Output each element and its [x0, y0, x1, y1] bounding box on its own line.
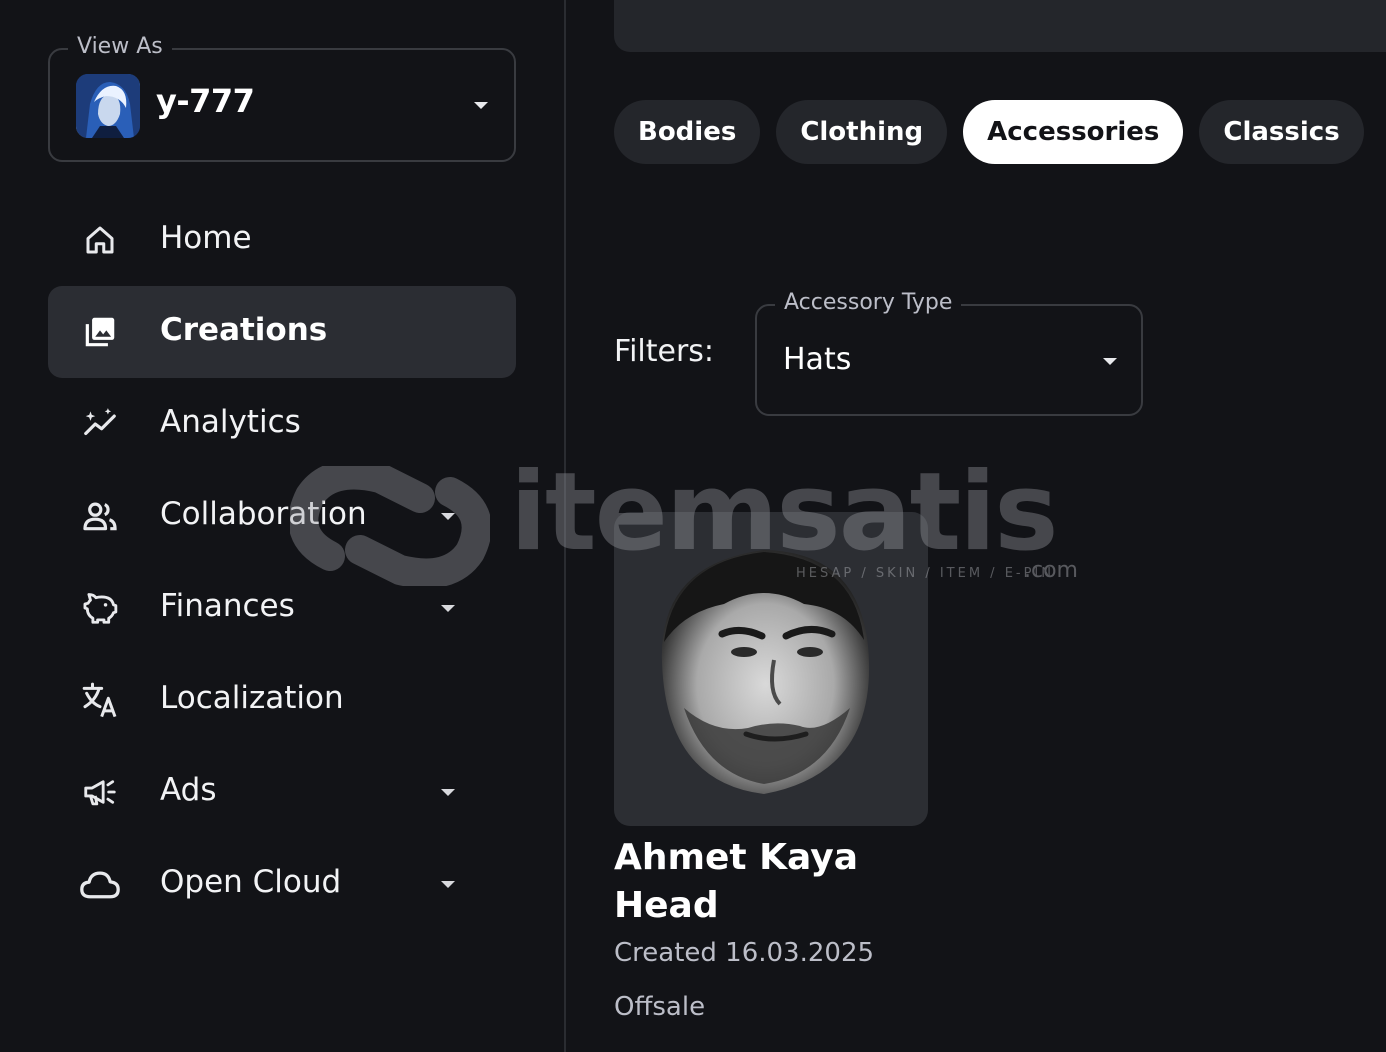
item-status: Offsale — [614, 992, 706, 1022]
sidebar-item-localization[interactable]: Localization — [48, 654, 516, 746]
sidebar-item-creations[interactable]: Creations — [48, 286, 516, 378]
tab-clothing[interactable]: Clothing — [776, 100, 948, 164]
item-created-date: Created 16.03.2025 — [614, 938, 875, 968]
view-as-select[interactable]: View As y-777 — [48, 34, 516, 162]
cloud-icon — [78, 864, 122, 904]
sidebar-divider — [564, 0, 566, 1052]
chevron-down-icon — [1103, 358, 1117, 365]
translate-icon — [78, 680, 122, 720]
sidebar-nav: Home Creations Analytics Collaboration F… — [48, 194, 516, 930]
piggy-bank-icon — [78, 588, 122, 628]
item-title[interactable]: Ahmet Kaya Head — [614, 834, 974, 930]
sidebar-item-collaboration[interactable]: Collaboration — [48, 470, 516, 562]
search-bar[interactable] — [614, 0, 1386, 52]
sidebar-item-finances[interactable]: Finances — [48, 562, 516, 654]
view-as-username: y-777 — [156, 82, 255, 120]
collaboration-icon — [78, 496, 122, 536]
chevron-down-icon[interactable] — [441, 513, 455, 520]
sidebar-item-home[interactable]: Home — [48, 194, 516, 286]
avatar — [76, 74, 140, 138]
watermark-suffix: .com — [1024, 558, 1078, 583]
home-icon — [78, 220, 122, 260]
category-tabs: Bodies Clothing Accessories Classics — [614, 100, 1364, 164]
sidebar-item-label: Open Cloud — [160, 864, 342, 900]
sidebar-item-open-cloud[interactable]: Open Cloud — [48, 838, 516, 930]
view-as-legend: View As — [68, 34, 172, 59]
tab-classics[interactable]: Classics — [1199, 100, 1364, 164]
analytics-icon — [78, 404, 122, 444]
chevron-down-icon[interactable] — [441, 881, 455, 888]
chevron-down-icon[interactable] — [474, 102, 488, 109]
sidebar-item-label: Finances — [160, 588, 295, 624]
sidebar-item-label: Localization — [160, 680, 344, 716]
sidebar-item-label: Collaboration — [160, 496, 367, 532]
accessory-type-value: Hats — [783, 342, 852, 377]
item-thumbnail[interactable] — [614, 512, 928, 826]
tab-accessories[interactable]: Accessories — [963, 100, 1184, 164]
sidebar-item-label: Home — [160, 220, 252, 256]
sidebar-item-ads[interactable]: Ads — [48, 746, 516, 838]
chevron-down-icon[interactable] — [441, 605, 455, 612]
accessory-type-legend: Accessory Type — [775, 290, 962, 315]
accessory-type-select[interactable]: Accessory Type Hats — [755, 290, 1143, 416]
sidebar-item-label: Creations — [160, 312, 328, 348]
creations-icon — [78, 312, 122, 352]
sidebar-item-label: Analytics — [160, 404, 301, 440]
chevron-down-icon[interactable] — [441, 789, 455, 796]
sidebar-item-analytics[interactable]: Analytics — [48, 378, 516, 470]
megaphone-icon — [78, 772, 122, 812]
sidebar: View As y-777 Home Creations Analytics C… — [0, 0, 565, 1052]
sidebar-item-label: Ads — [160, 772, 217, 808]
filters-label: Filters: — [614, 334, 715, 369]
tab-bodies[interactable]: Bodies — [614, 100, 761, 164]
